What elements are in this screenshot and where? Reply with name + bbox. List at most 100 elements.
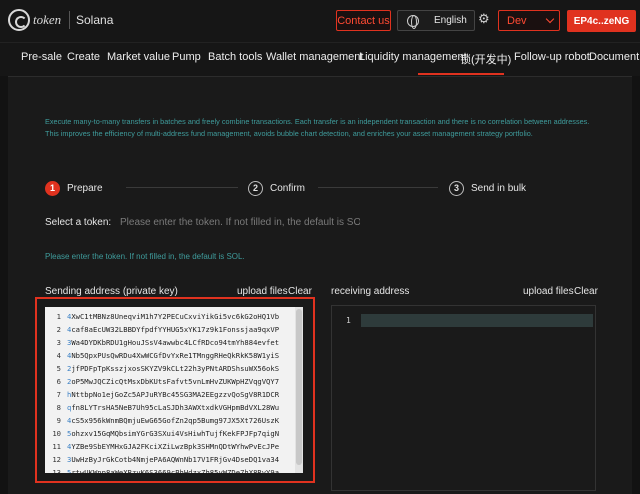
sending-upload-files-button[interactable]: upload files [237, 286, 288, 297]
step-number: 3 [449, 180, 464, 196]
private-key-text: 4caf8aEcUW32LBBDYfpdfYYHUG5xYK17z9k1Fons… [67, 323, 279, 336]
editor-line[interactable]: 3 3Wa4DYDKbRDU1gHouJSsV4awwbc4LCfRDco94tm… [45, 336, 303, 349]
private-key-text: 2jfPDFpTpKsszjxosSKYZV9kCLt22h3yPNtARDSh… [67, 362, 279, 375]
panel-divider [8, 76, 632, 77]
gear-icon[interactable]: ⚙ [478, 11, 490, 27]
editor-line[interactable]: 11 4YZBe9SbEYMHxGJA2FKciXZiLwzBpk3SHMnQDt… [45, 440, 303, 453]
sending-address-label: Sending address (private key) [45, 286, 178, 297]
step-number: 2 [248, 180, 263, 196]
logo-divider [69, 11, 70, 29]
nav-item-batch-tools[interactable]: Batch tools [208, 51, 262, 63]
line-number: 6 [56, 377, 61, 386]
private-key-text: 3Wa4DYDKbRDU1gHouJSsV4awwbc4LCfRDco94tmY… [67, 336, 279, 349]
logo-text: token [33, 12, 62, 27]
contact-us-button[interactable]: Contact us [336, 10, 391, 31]
step-connector [126, 187, 238, 188]
step-label: Confirm [270, 182, 306, 194]
private-key-text: 2oP5MwJQCZicQtMsxDbKUtsFafvt5vnLmHvZUKWp… [67, 375, 279, 388]
private-key-text: 4cS5x956kWnmBQmjuEwG65GofZn2qp5Bumg97JX5… [67, 414, 279, 427]
editor-line[interactable]: 6 2oP5MwJQCZicQtMsxDbKUtsFafvt5vnLmHvZUKW… [45, 375, 303, 388]
nav-item-pump[interactable]: Pump [172, 51, 201, 63]
language-button[interactable]: English [397, 10, 475, 31]
step-prepare: 1 Prepare [45, 180, 103, 196]
line-number: 13 [52, 468, 61, 473]
nav-item-lock[interactable]: 锁(开发中) [460, 51, 511, 67]
editor-scrollbar[interactable] [295, 307, 303, 473]
editor-line[interactable]: 10 5ohzxv15GqMQbsimYGrG3SXui4VsHiwhTujfKe… [45, 427, 303, 440]
sending-address-editor[interactable]: 1 4XwC1tMBNz8UneqviM1h7Y2PECuCxviYikGi5vc… [45, 307, 303, 473]
language-label: English [434, 15, 467, 26]
chain-name: Solana [76, 13, 114, 27]
step-send-in-bulk: 3 Send in bulk [449, 180, 526, 196]
nav-item-follow-up-robot[interactable]: Follow-up robot [514, 51, 590, 63]
private-key-rest: caf8aEcUW32LBBDYfpdfYYHUG5xYK17z9k1Fonss… [71, 325, 280, 334]
nav-item-market-value[interactable]: Market value [107, 51, 170, 63]
receiving-address-label: receiving address [331, 286, 410, 297]
logo[interactable]: token [8, 8, 68, 32]
private-key-text: 4XwC1tMBNz8UneqviM1h7Y2PECuCxviYikGi5vc6… [67, 310, 279, 323]
nav-item-document[interactable]: Document [589, 51, 639, 63]
editor-line[interactable]: 12 3UwHzByJrGkCotb4NmjePA6AQWnNb17V1FRjGv… [45, 453, 303, 466]
globe-icon [407, 14, 419, 29]
private-key-rest: cS5x956kWnmBQmjuEwG65GofZn2qp5Bumg97JX5X… [71, 416, 280, 425]
line-number: 11 [52, 442, 61, 451]
private-key-text: hNttbpNo1ejGoZc5APJuRYBc45SG3MA2EEgzzvQo… [67, 388, 279, 401]
batch-transfer-panel: Execute many-to-many transfers in batche… [8, 76, 632, 494]
private-key-rest: YZBe9SbEYMHxGJA2FKciXZiLwzBpk3SHMnQDtWYh… [71, 442, 280, 451]
private-key-rest: oP5MwJQCZicQtMsxDbKUtsFafvt5vnLmHvZUKWpH… [71, 377, 280, 386]
receiving-address-editor[interactable]: 1 [331, 305, 596, 491]
receiving-upload-files-button[interactable]: upload files [523, 286, 574, 297]
private-key-text: 3UwHzByJrGkCotb4NmjePA6AQWnNb17V1FRjGv4D… [67, 453, 279, 466]
private-key-rest: ohzxv15GqMQbsimYGrG3SXui4VsHiwhTujfKekFP… [71, 429, 280, 438]
token-input[interactable] [120, 213, 360, 231]
line-number: 9 [56, 416, 61, 425]
private-key-rest: XwC1tMBNz8UneqviM1h7Y2PECuCxviYikGi5vc6k… [71, 312, 280, 321]
editor-line[interactable]: 4 4Nb5QpxPUsQwRDu4XwWCGfDvYxRe1TMnggRHeQk… [45, 349, 303, 362]
editor-line[interactable]: 8 qfn8LYTrsHA5NeB7Uh95cLaSJDh3AWXtxdkVGHp… [45, 401, 303, 414]
line-number: 5 [56, 364, 61, 373]
nav-item-pre-sale[interactable]: Pre-sale [21, 51, 62, 63]
line-number: 1 [346, 316, 351, 325]
line-number: 12 [52, 455, 61, 464]
private-key-rest: Wa4DYDKbRDU1gHouJSsV4awwbc4LCfRDco94tmYh… [71, 338, 280, 347]
nav-item-create[interactable]: Create [67, 51, 100, 63]
token-hint: Please enter the token. If not filled in… [45, 252, 245, 261]
environment-select[interactable]: Dev [498, 10, 560, 31]
active-line[interactable] [361, 314, 593, 327]
private-key-text: 5ohzxv15GqMQbsimYGrG3SXui4VsHiwhTujfKekF… [67, 427, 279, 440]
nav-item-wallet-management[interactable]: Wallet management [266, 51, 363, 63]
step-connector [318, 187, 438, 188]
step-label: Send in bulk [471, 182, 527, 194]
scrollbar-thumb[interactable] [296, 309, 302, 465]
line-number: 1 [56, 312, 61, 321]
sending-address-highlight: 1 4XwC1tMBNz8UneqviM1h7Y2PECuCxviYikGi5vc… [35, 297, 315, 483]
editor-line[interactable]: 13 5rtwUKWnp8aWeXRzyK6S3669cPhHdzxZh85yWZ… [45, 466, 303, 473]
editor-line[interactable]: 7 hNttbpNo1ejGoZc5APJuRYBc45SG3MA2EEgzzvQ… [45, 388, 303, 401]
logo-mark-icon [8, 9, 30, 31]
editor-line[interactable]: 2 4caf8aEcUW32LBBDYfpdfYYHUG5xYK17z9k1Fon… [45, 323, 303, 336]
environment-label: Dev [507, 14, 527, 27]
line-number: 7 [56, 390, 61, 399]
line-number: 4 [56, 351, 61, 360]
private-key-text: 4Nb5QpxPUsQwRDu4XwWCGfDvYxRe1TMnggRHeQkR… [67, 349, 279, 362]
feature-description: Execute many-to-many transfers in batche… [45, 117, 590, 138]
private-key-rest: UwHzByJrGkCotb4NmjePA6AQWnNb17V1FRjGv4Ds… [71, 455, 280, 464]
private-key-rest: NttbpNo1ejGoZc5APJuRYBc45SG3MA2EEgzzvQoS… [71, 390, 280, 399]
editor-line[interactable]: 1 4XwC1tMBNz8UneqviM1h7Y2PECuCxviYikGi5vc… [45, 310, 303, 323]
editor-line[interactable]: 9 4cS5x956kWnmBQmjuEwG65GofZn2qp5Bumg97JX… [45, 414, 303, 427]
sending-clear-button[interactable]: Clear [288, 286, 312, 297]
step-confirm: 2 Confirm [248, 180, 305, 196]
wallet-button[interactable]: EP4c..zeNG [567, 10, 636, 32]
editor-line[interactable]: 5 2jfPDFpTpKsszjxosSKYZV9kCLt22h3yPNtARDS… [45, 362, 303, 375]
chevron-down-icon [545, 14, 555, 24]
step-number: 1 [45, 180, 60, 196]
line-number: 2 [56, 325, 61, 334]
nav-item-liquidity-management[interactable]: Liquidity management [359, 51, 467, 63]
receiving-clear-button[interactable]: Clear [574, 286, 598, 297]
main-nav: Pre-sale Create Market value Pump Batch … [0, 42, 640, 76]
nav-active-indicator [418, 73, 504, 75]
line-number: 8 [56, 403, 61, 412]
private-key-rest: jfPDFpTpKsszjxosSKYZV9kCLt22h3yPNtARDShs… [71, 364, 280, 373]
line-number: 3 [56, 338, 61, 347]
private-key-text: 4YZBe9SbEYMHxGJA2FKciXZiLwzBpk3SHMnQDtWY… [67, 440, 279, 453]
